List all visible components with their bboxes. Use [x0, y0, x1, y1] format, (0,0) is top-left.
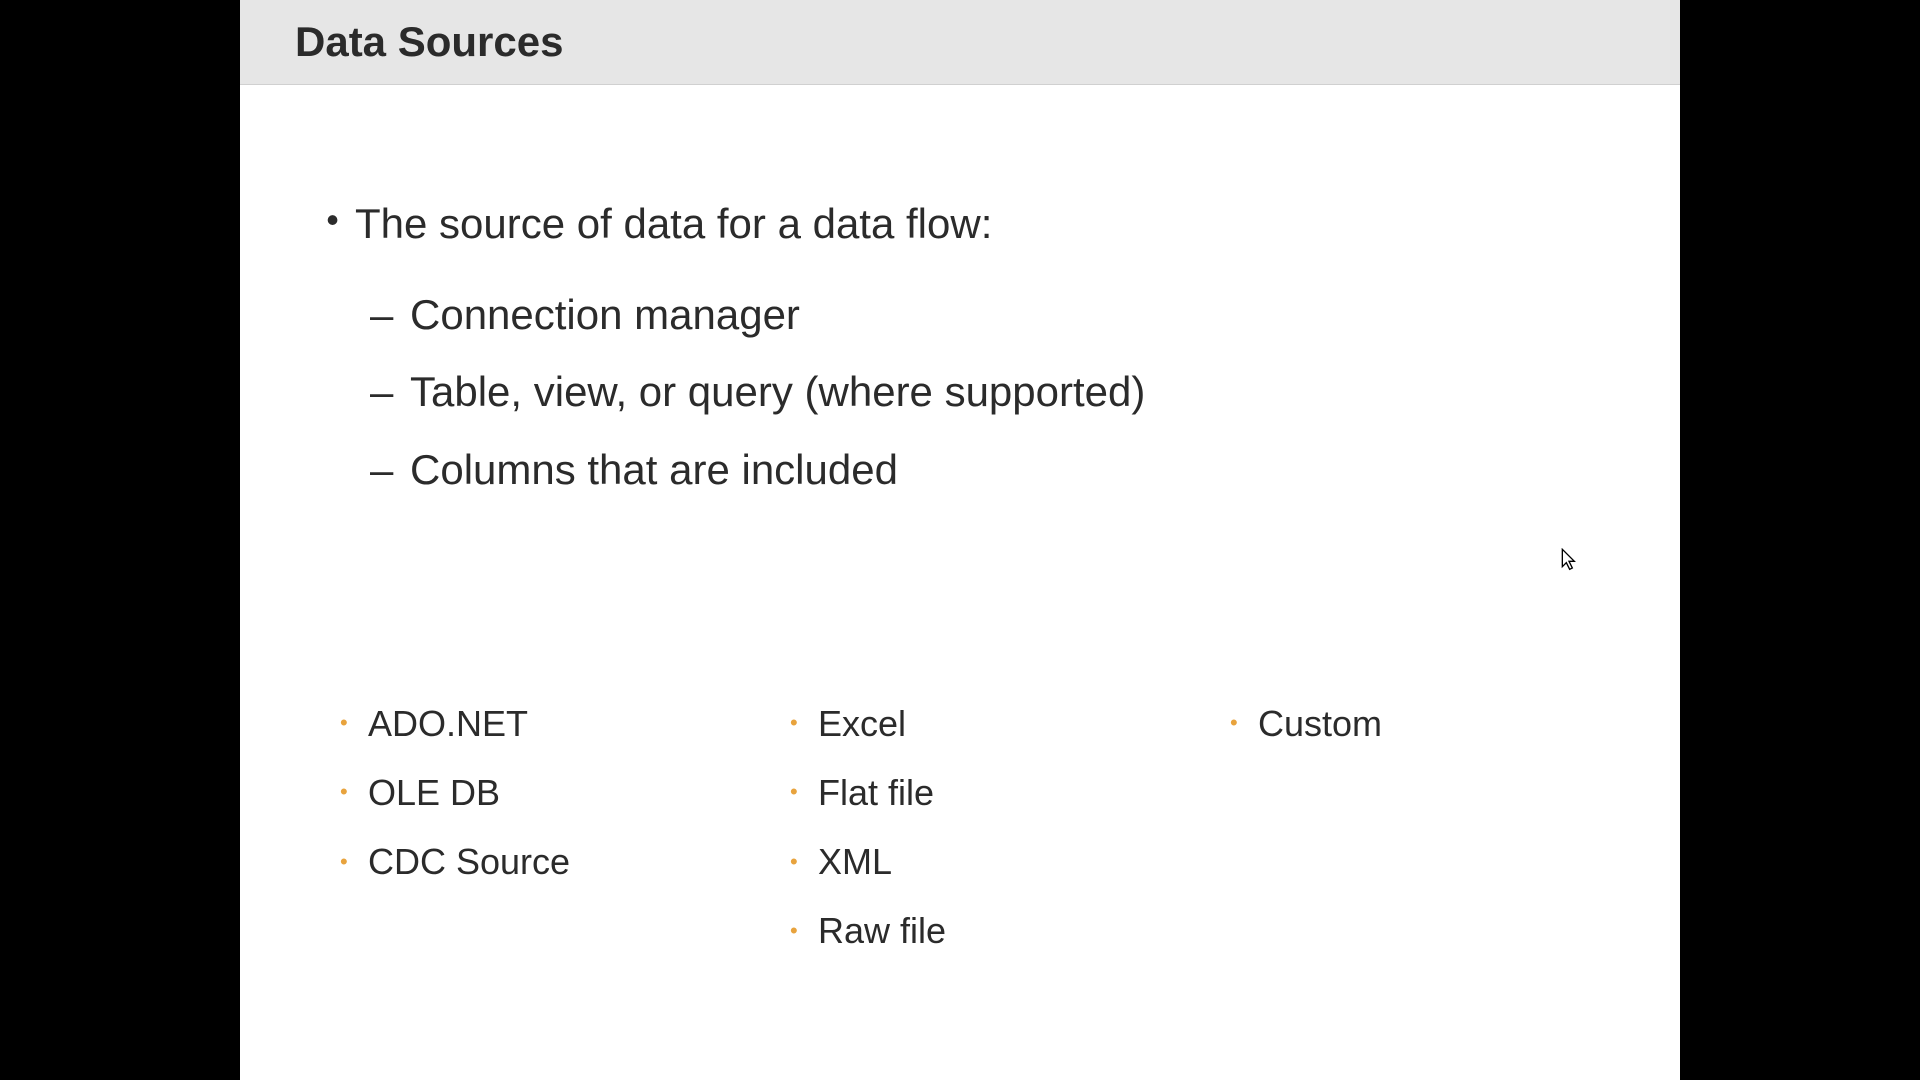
dash-icon: –	[370, 431, 410, 509]
slide-body: •The source of data for a data flow: –Co…	[240, 85, 1680, 965]
source-columns: •ADO.NET •OLE DB •CDC Source •Excel •Fla…	[340, 689, 1620, 965]
bullet-icon: •	[340, 702, 368, 744]
list-item-text: Custom	[1258, 689, 1382, 758]
bullet-icon: •	[790, 841, 818, 883]
main-bullet: •The source of data for a data flow:	[310, 195, 1620, 254]
list-item: •XML	[790, 827, 1230, 896]
list-item-text: OLE DB	[368, 758, 500, 827]
list-item-text: CDC Source	[368, 827, 570, 896]
list-item-text: Flat file	[818, 758, 934, 827]
list-item-text: Excel	[818, 689, 906, 758]
list-item-text: ADO.NET	[368, 689, 528, 758]
list-item-text: Raw file	[818, 896, 946, 965]
sub-item: –Table, view, or query (where supported)	[370, 353, 1620, 431]
slide-header: Data Sources	[240, 0, 1680, 85]
column-2: •Excel •Flat file •XML •Raw file	[790, 689, 1230, 965]
column-1: •ADO.NET •OLE DB •CDC Source	[340, 689, 790, 965]
main-bullet-text: The source of data for a data flow:	[355, 200, 992, 247]
bullet-dot: •	[310, 195, 355, 245]
list-item: •Raw file	[790, 896, 1230, 965]
list-item: •OLE DB	[340, 758, 790, 827]
list-item: •Custom	[1230, 689, 1530, 758]
list-item: •CDC Source	[340, 827, 790, 896]
list-item-text: XML	[818, 827, 892, 896]
slide-title: Data Sources	[295, 18, 1625, 66]
sub-item-text: Table, view, or query (where supported)	[410, 368, 1145, 415]
list-item: •Excel	[790, 689, 1230, 758]
sub-item: –Columns that are included	[370, 431, 1620, 509]
bullet-icon: •	[790, 702, 818, 744]
bullet-icon: •	[790, 771, 818, 813]
dash-icon: –	[370, 353, 410, 431]
column-3: •Custom	[1230, 689, 1530, 965]
list-item: •ADO.NET	[340, 689, 790, 758]
bullet-icon: •	[790, 910, 818, 952]
sub-item-text: Connection manager	[410, 291, 800, 338]
slide: Data Sources •The source of data for a d…	[240, 0, 1680, 1080]
bullet-icon: •	[340, 841, 368, 883]
dash-icon: –	[370, 276, 410, 354]
sub-item-text: Columns that are included	[410, 446, 898, 493]
bullet-icon: •	[1230, 702, 1258, 744]
bullet-icon: •	[340, 771, 368, 813]
list-item: •Flat file	[790, 758, 1230, 827]
sub-list: –Connection manager –Table, view, or que…	[370, 276, 1620, 509]
sub-item: –Connection manager	[370, 276, 1620, 354]
